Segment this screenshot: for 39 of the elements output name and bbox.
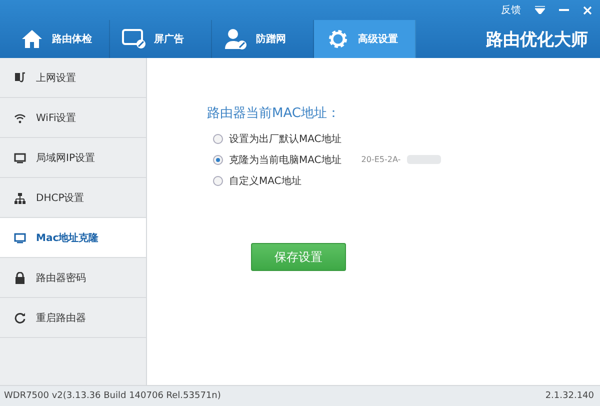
app-title: 路由优化大师	[486, 28, 589, 50]
sidebar-label: DHCP设置	[36, 192, 84, 204]
home-icon	[20, 28, 44, 50]
sidebar-label: WiFi设置	[36, 112, 76, 124]
radio-button[interactable]	[213, 134, 223, 144]
plug-icon	[14, 72, 26, 84]
sidebar-label: Mac地址克隆	[36, 232, 99, 244]
app-version: 2.1.32.140	[545, 391, 594, 401]
sidebar-label: 上网设置	[36, 72, 76, 84]
sidebar-label: 路由器密码	[36, 272, 86, 284]
user-icon	[224, 28, 248, 50]
option-label: 设置为出厂默认MAC地址	[229, 132, 342, 146]
lock-icon	[14, 272, 26, 284]
monitor-icon	[14, 232, 26, 244]
redacted-block	[406, 155, 441, 164]
wifi-icon	[14, 112, 26, 124]
radio-button[interactable]	[213, 176, 223, 186]
network-icon	[14, 192, 26, 204]
sidebar-label: 重启路由器	[36, 312, 86, 324]
monitor-icon	[122, 28, 146, 50]
tab-label: 屏广告	[154, 32, 184, 46]
dropdown-icon[interactable]	[535, 6, 545, 14]
mac-address: 20-E5-2A-	[361, 155, 401, 164]
tab-label: 路由体检	[52, 32, 92, 46]
option-label: 克隆为当前电脑MAC地址	[229, 154, 342, 166]
settings-icon	[326, 28, 350, 50]
refresh-icon	[14, 312, 26, 324]
tab-label: 高级设置	[358, 32, 398, 46]
radio-button[interactable]	[213, 154, 223, 164]
section-heading: 路由器当前MAC地址：	[207, 105, 341, 122]
sidebar-label: 局域网IP设置	[36, 152, 95, 164]
feedback-link[interactable]: 反馈	[501, 3, 521, 17]
minimize-icon[interactable]	[559, 6, 569, 14]
close-icon[interactable]	[583, 6, 592, 14]
firmware-version: WDR7500 v2(3.13.36 Build 140706 Rel.53571n)	[4, 391, 221, 401]
sidebar-item[interactable]: Mac地址克隆	[0, 218, 146, 258]
tab-label: 防蹭网	[256, 32, 286, 46]
option-label: 自定义MAC地址	[229, 174, 302, 188]
monitor-icon	[14, 152, 26, 164]
